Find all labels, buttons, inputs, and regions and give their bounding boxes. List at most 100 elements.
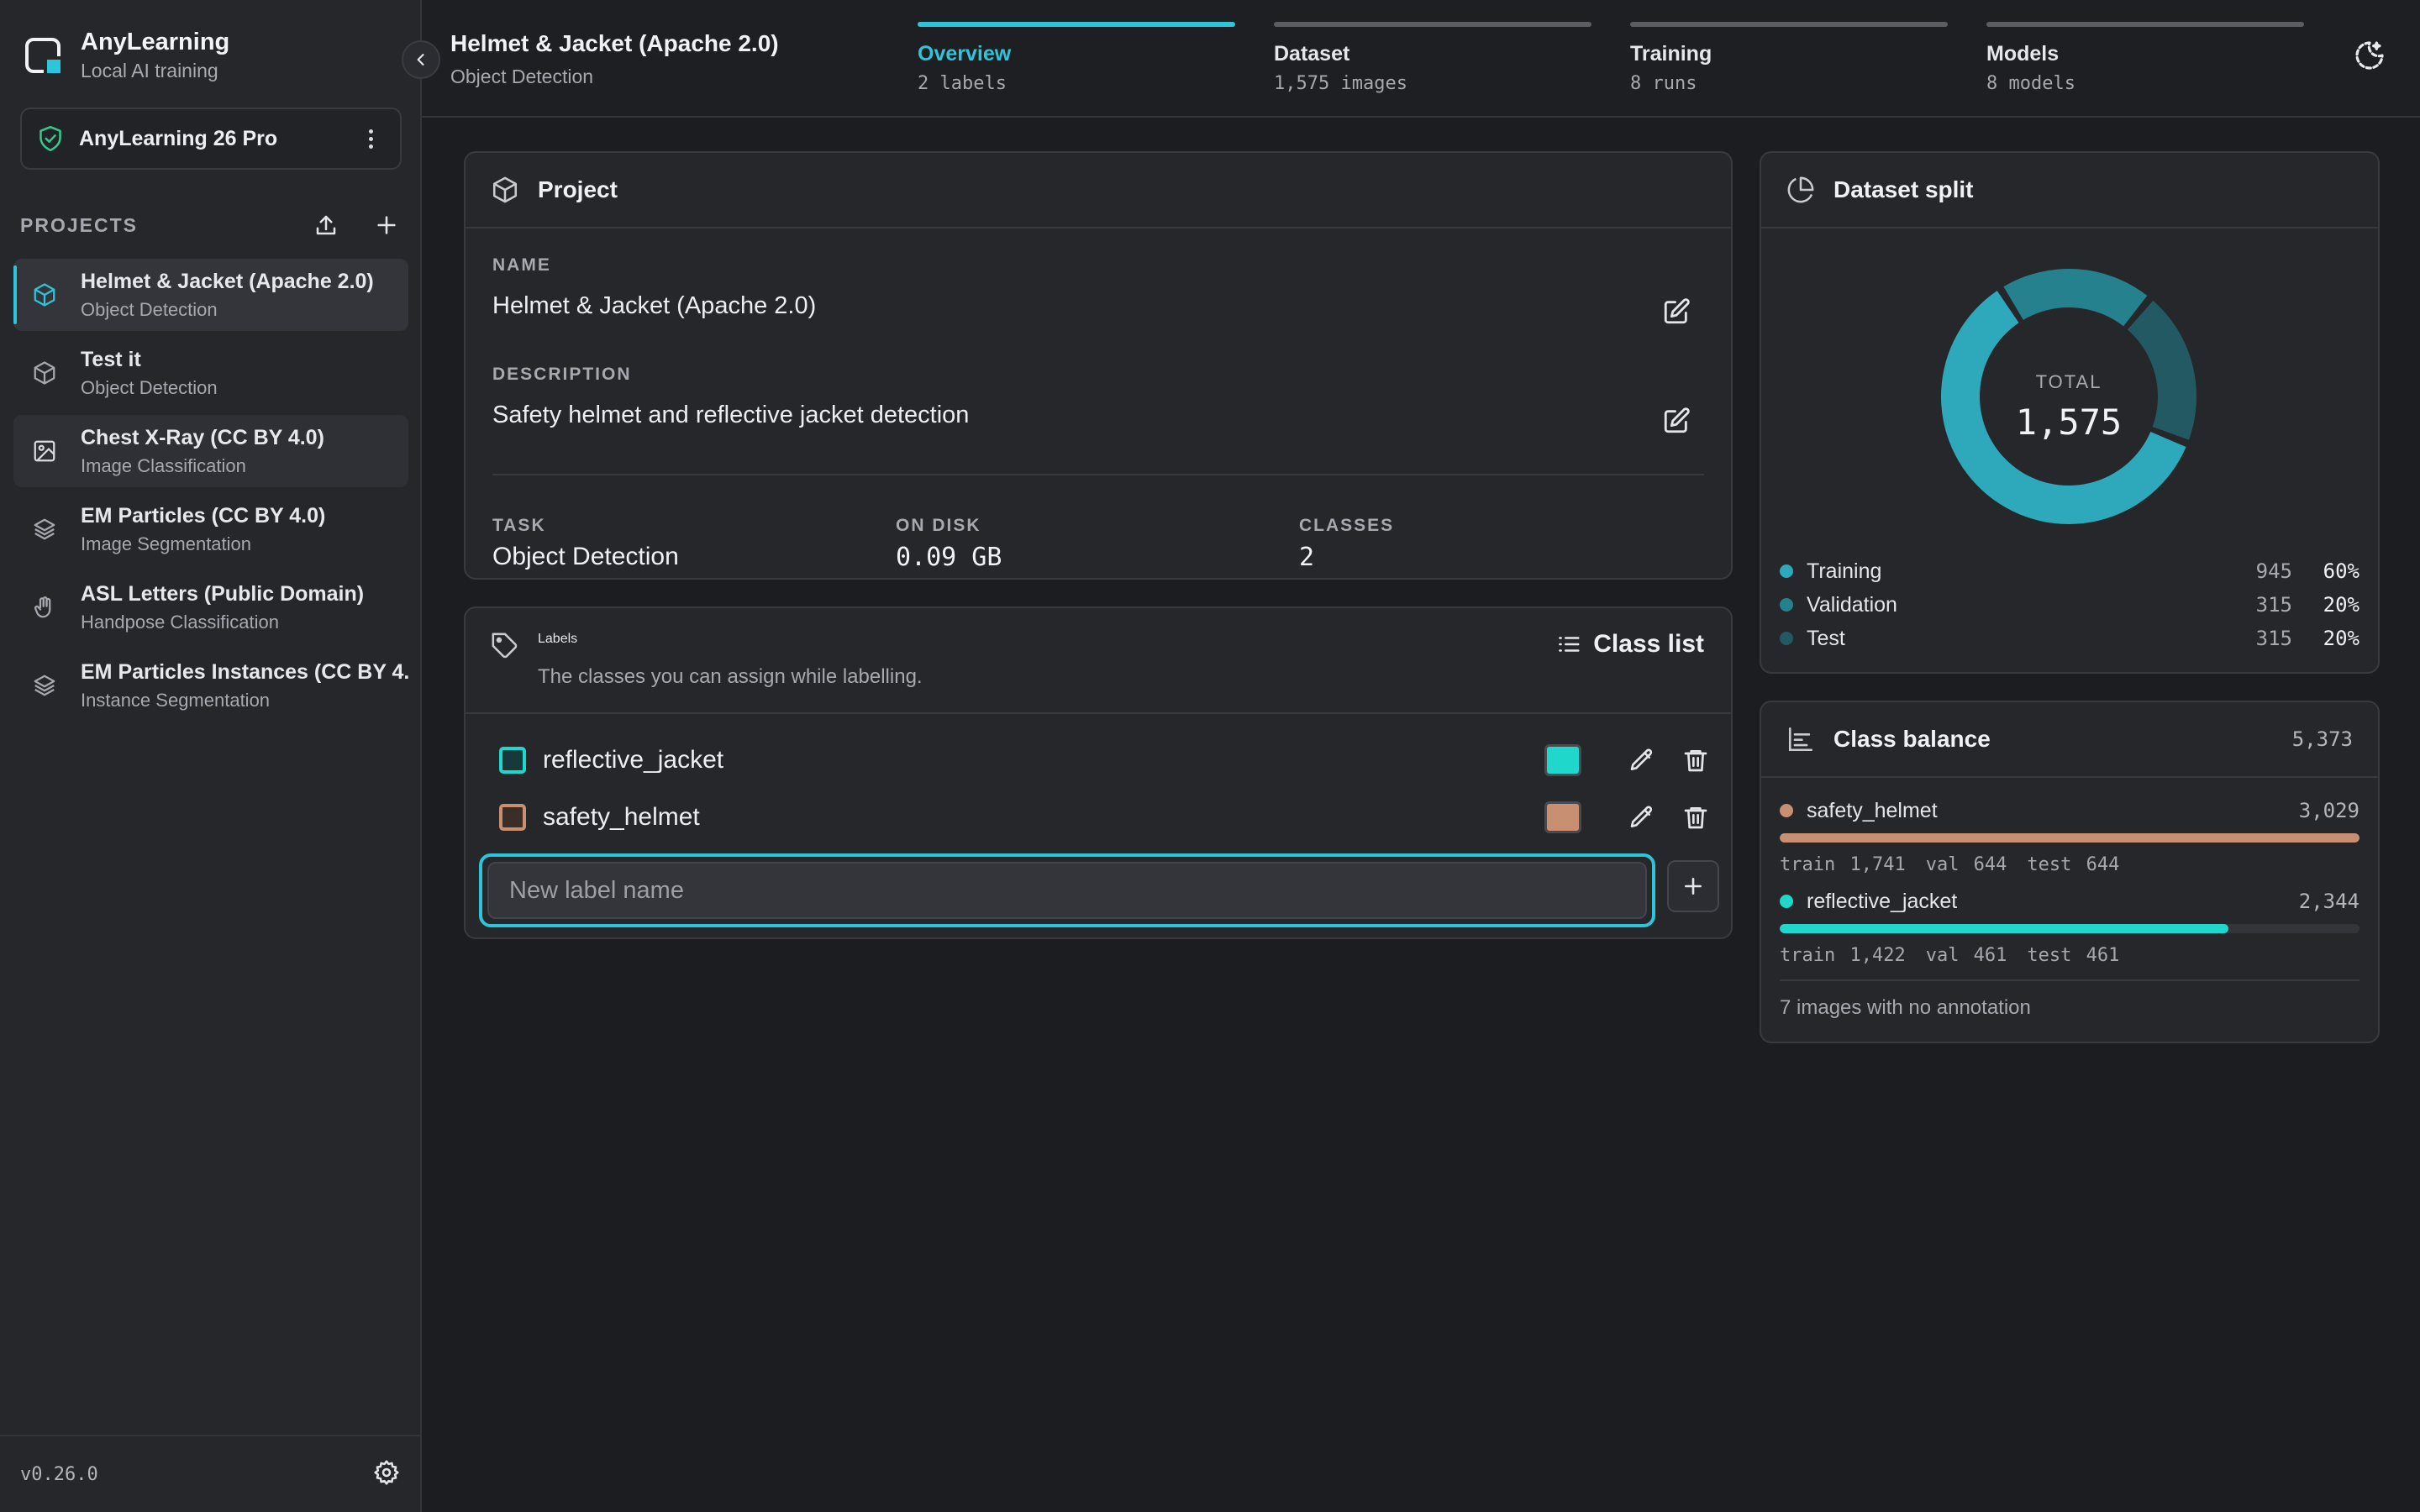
project-item[interactable]: ASL Letters (Public Domain) Handpose Cla… [13, 571, 408, 643]
split-card-header: Dataset split [1761, 153, 2378, 228]
trash-icon[interactable] [1682, 804, 1709, 831]
legend-name: Training [1807, 559, 1882, 583]
split-donut-chart [1941, 269, 2196, 524]
cube-icon [34, 283, 55, 307]
donut-total-value: 1,575 [2015, 402, 2123, 443]
collapse-sidebar-button[interactable] [402, 40, 440, 79]
balance-row: reflective_jacket 2,344 train 1,422 val 4… [1780, 887, 2360, 966]
project-type: Handpose Classification [81, 611, 280, 633]
brand: AnyLearning Local AI training [25, 29, 229, 82]
dataset-split-card: Dataset split TOTAL 1,575 Training 945 6… [1760, 151, 2380, 674]
page-title: Helmet & Jacket (Apache 2.0) [450, 30, 779, 56]
bar-chart-icon [1788, 727, 1813, 752]
chevron-left-icon [417, 54, 424, 66]
test-count: test 644 [2027, 854, 2120, 875]
balance-count: 2,344 [2298, 890, 2360, 913]
pie-chart-icon [1787, 176, 1814, 203]
balance-class-name: reflective_jacket [1807, 889, 1958, 913]
tag-icon [492, 633, 518, 659]
tab-label: Training [1630, 42, 1712, 66]
disk-label: ON DISK [896, 516, 981, 535]
edit-description-icon[interactable] [1662, 407, 1691, 435]
balance-class-name: safety_helmet [1807, 798, 1938, 822]
app-version: v0.26.0 [20, 1463, 98, 1485]
stat-disk: ON DISK 0.09 GB [896, 516, 1299, 572]
tab-models[interactable]: Models 8 models [1986, 22, 2304, 94]
hand-icon [34, 596, 51, 618]
gear-icon [374, 1459, 399, 1485]
settings-button[interactable] [373, 1459, 400, 1490]
project-name: Test it [81, 347, 141, 371]
project-description-value: Safety helmet and reflective jacket dete… [492, 402, 970, 428]
add-project-button[interactable] [371, 210, 402, 240]
project-item[interactable]: EM Particles Instances (CC BY 4.0) Insta… [13, 649, 408, 722]
project-stats: TASK Object Detection ON DISK 0.09 GB CL… [492, 516, 1702, 572]
task-label: TASK [492, 516, 546, 535]
divider [1780, 979, 2360, 981]
projects-header: PROJECTS [20, 210, 402, 240]
tab-dataset[interactable]: Dataset 1,575 images [1274, 22, 1591, 94]
legend-percent: 20% [2323, 627, 2360, 650]
tab-indicator [918, 22, 1235, 27]
card-title: Class balance [1833, 726, 1991, 752]
new-label-input[interactable] [487, 862, 1647, 919]
project-name: ASL Letters (Public Domain) [81, 581, 365, 606]
project-header: Helmet & Jacket (Apache 2.0) Object Dete… [450, 30, 779, 88]
edit-name-icon[interactable] [1662, 297, 1691, 326]
project-name: Helmet & Jacket (Apache 2.0) [81, 269, 374, 293]
layers-icon [34, 675, 55, 696]
project-item[interactable]: EM Particles (CC BY 4.0) Image Segmentat… [13, 493, 408, 565]
pencil-icon[interactable] [1628, 804, 1655, 831]
cube-icon [34, 361, 55, 385]
card-title: Dataset split [1833, 176, 1974, 202]
license-menu-icon[interactable] [358, 129, 383, 149]
trash-icon[interactable] [1682, 747, 1709, 774]
label-name: reflective_jacket [543, 746, 724, 774]
tab-label: Dataset [1274, 42, 1350, 66]
balance-dot [1780, 895, 1793, 908]
balance-bar-track [1780, 924, 2360, 933]
image-icon [34, 440, 55, 462]
add-label-button[interactable] [1667, 860, 1719, 912]
tab-training[interactable]: Training 8 runs [1630, 22, 1948, 94]
description-label: DESCRIPTION [492, 365, 632, 384]
license-badge[interactable]: AnyLearning 26 Pro [20, 108, 402, 170]
label-color-swatch[interactable] [1544, 801, 1581, 833]
project-type: Image Segmentation [81, 533, 252, 554]
project-item[interactable]: Helmet & Jacket (Apache 2.0) Object Dete… [13, 259, 408, 331]
tab-count: 8 models [1986, 73, 2075, 94]
stat-classes: CLASSES 2 [1299, 516, 1702, 572]
tab-indicator [1630, 22, 1948, 27]
label-color-swatch[interactable] [1544, 744, 1581, 776]
label-checkbox[interactable] [499, 804, 526, 831]
val-count: val 644 [1925, 854, 2007, 875]
tab-count: 8 runs [1630, 73, 1697, 94]
label-checkbox[interactable] [499, 747, 526, 774]
class-list-button[interactable]: Class list [1556, 630, 1704, 659]
license-name: AnyLearning 26 Pro [79, 126, 278, 150]
page-subtitle: Object Detection [450, 66, 594, 87]
project-list: Helmet & Jacket (Apache 2.0) Object Dete… [13, 259, 408, 727]
project-name: EM Particles (CC BY 4.0) [81, 503, 326, 528]
import-project-button[interactable] [311, 210, 341, 240]
top-bar: Helmet & Jacket (Apache 2.0) Object Dete… [422, 0, 2420, 118]
balance-bar-fill [1780, 924, 2229, 933]
projects-heading: PROJECTS [20, 213, 138, 236]
sidebar-footer: v0.26.0 [0, 1435, 420, 1512]
tab-label: Overview [918, 42, 1012, 66]
labels-card-header: Labels The classes you can assign while … [466, 608, 1731, 714]
project-card: Project NAME Helmet & Jacket (Apache 2.0… [464, 151, 1733, 580]
layers-icon [34, 518, 55, 540]
train-count: train 1,422 [1780, 945, 1906, 966]
name-label: NAME [492, 255, 551, 275]
theme-toggle-icon[interactable] [2353, 39, 2386, 72]
project-item[interactable]: Chest X-Ray (CC BY 4.0) Image Classifica… [13, 415, 408, 487]
pencil-icon[interactable] [1628, 747, 1655, 774]
tab-overview[interactable]: Overview 2 labels [918, 22, 1235, 94]
project-item[interactable]: Test it Object Detection [13, 337, 408, 409]
project-name-value: Helmet & Jacket (Apache 2.0) [492, 292, 817, 319]
tab-indicator [1274, 22, 1591, 27]
app-name: AnyLearning [81, 29, 230, 55]
legend-percent: 20% [2323, 593, 2360, 617]
balance-breakdown: train 1,422 val 461 test 461 [1780, 945, 2360, 966]
